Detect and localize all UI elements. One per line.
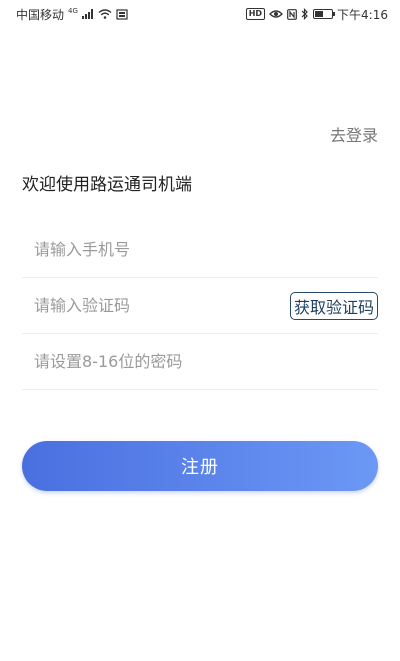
phone-row (22, 222, 378, 278)
carrier-label: 中国移动 (16, 7, 65, 22)
code-row: 获取验证码 (22, 278, 378, 334)
status-time: 下午4:16 (337, 7, 388, 22)
network-type: 4G (68, 6, 78, 15)
wifi-icon (98, 9, 112, 19)
sim-icon (116, 8, 128, 20)
code-input[interactable] (22, 296, 264, 315)
password-input[interactable] (22, 352, 264, 371)
password-row (22, 334, 378, 390)
signal-icon (81, 9, 94, 19)
status-right: HD 下午4:16 (245, 6, 388, 23)
battery-level (315, 11, 324, 17)
battery-icon (313, 9, 336, 19)
hd-icon: HD (245, 8, 266, 20)
nfc-icon (287, 8, 297, 20)
go-login-link[interactable]: 去登录 (330, 122, 378, 146)
welcome-title: 欢迎使用路运通司机端 (22, 175, 192, 195)
status-bar: 中国移动 4G HD 下午4:16 (0, 0, 400, 28)
phone-input[interactable] (22, 240, 264, 259)
register-form: 获取验证码 (22, 222, 378, 390)
status-left: 中国移动 4G (16, 6, 128, 23)
eye-icon (269, 9, 283, 19)
get-code-button[interactable]: 获取验证码 (289, 292, 378, 320)
bluetooth-icon (301, 8, 309, 20)
register-button[interactable]: 注册 (22, 441, 378, 491)
